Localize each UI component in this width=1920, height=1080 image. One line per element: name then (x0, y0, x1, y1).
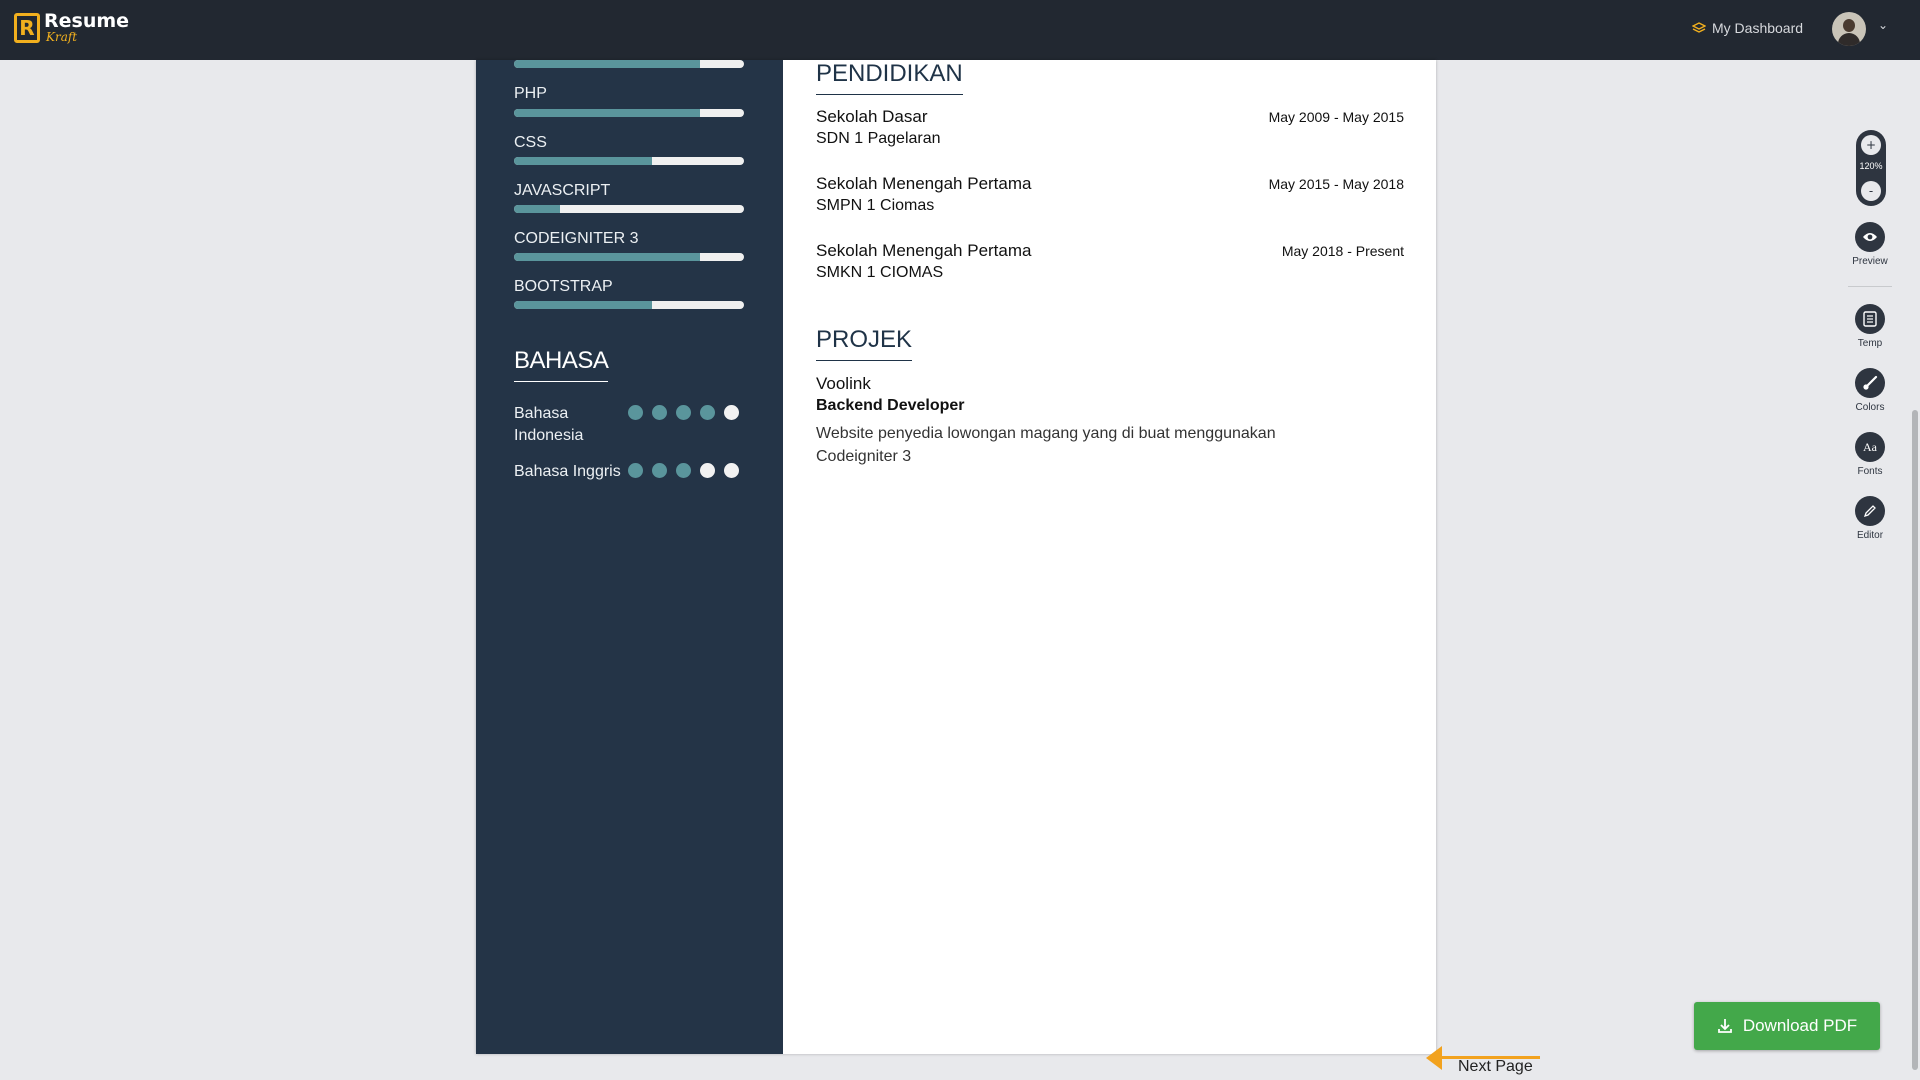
download-pdf-button[interactable]: Download PDF (1694, 1002, 1880, 1050)
zoom-out-button[interactable]: - (1861, 181, 1881, 201)
skill-bar-fill (514, 60, 701, 68)
preview-label: Preview (1852, 256, 1888, 267)
education-school: SDN 1 Pagelaran (816, 130, 941, 147)
education-heading: PENDIDIKAN (816, 60, 963, 95)
next-page-label: Next Page (1458, 1058, 1533, 1075)
scrollbar-thumb[interactable] (1912, 410, 1918, 1070)
skill-bar (514, 60, 744, 68)
rating-dot (676, 405, 691, 420)
education-dates: May 2009 - May 2015 (1268, 109, 1404, 125)
resume-sidebar: PHP CSS JAVASCRIPT CODEIGNITER 3 BOOTSTR… (476, 60, 783, 1054)
arrow-left-icon (1426, 1046, 1442, 1070)
rating-dot (628, 405, 643, 420)
dashboard-label: My Dashboard (1712, 20, 1804, 36)
logo-title: Resume (44, 10, 130, 32)
rating-dot (652, 463, 667, 478)
skill-bar (514, 109, 744, 117)
template-button[interactable]: Temp (1848, 304, 1892, 349)
skill-bar-fill (514, 205, 560, 213)
editor-button[interactable]: Editor (1848, 496, 1892, 541)
pencil-icon (1855, 496, 1885, 526)
logo-mark: R (14, 12, 40, 43)
logo[interactable]: R Resume Kraft (14, 12, 129, 43)
education-school: SMPN 1 Ciomas (816, 197, 935, 214)
skill-bar-fill (514, 253, 701, 261)
skill-label: CODEIGNITER 3 (514, 230, 639, 247)
language-name: Bahasa Indonesia (514, 405, 584, 444)
rating-dot (700, 463, 715, 478)
download-icon (1717, 1019, 1732, 1033)
preview-button[interactable]: Preview (1848, 222, 1892, 267)
skill-label: JAVASCRIPT (514, 182, 611, 199)
next-page-link[interactable]: Next Page (1426, 1038, 1540, 1080)
rating-dot (700, 405, 715, 420)
skill-bar-fill (514, 109, 701, 117)
project-description: Website penyedia lowongan magang yang di… (816, 425, 1276, 465)
education-title: Sekolah Menengah Pertama (816, 241, 1032, 260)
languages-heading: BAHASA (514, 347, 609, 382)
education-school: SMKN 1 CIOMAS (816, 264, 944, 281)
rating-dot (676, 463, 691, 478)
language-rating (628, 405, 739, 420)
projects-heading: PROJEK (816, 326, 913, 361)
resume-page: PHP CSS JAVASCRIPT CODEIGNITER 3 BOOTSTR… (476, 60, 1436, 1054)
skill-label: CSS (514, 134, 547, 151)
toolbar-divider (1848, 286, 1892, 287)
download-label: Download PDF (1742, 1016, 1858, 1035)
template-icon (1855, 304, 1885, 334)
eye-icon (1855, 222, 1885, 252)
zoom-control: + 120% - (1856, 130, 1886, 206)
rating-dot (628, 463, 643, 478)
education-title: Sekolah Dasar (816, 107, 928, 126)
zoom-level: 120% (1859, 161, 1883, 171)
editor-label: Editor (1856, 530, 1884, 541)
zoom-in-button[interactable]: + (1861, 135, 1881, 155)
logo-subtitle: Kraft (46, 30, 78, 44)
project-role: Backend Developer (816, 397, 965, 414)
language-rating (628, 463, 739, 478)
education-dates: May 2015 - May 2018 (1268, 176, 1404, 192)
avatar[interactable] (1832, 12, 1866, 46)
dashboard-link[interactable]: My Dashboard (1692, 20, 1803, 36)
colors-label: Colors (1855, 402, 1885, 413)
project-name: Voolink (816, 374, 871, 393)
colors-button[interactable]: Colors (1848, 368, 1892, 413)
skill-bar (514, 253, 744, 261)
layers-icon (1692, 22, 1706, 33)
fonts-label: Fonts (1857, 466, 1883, 477)
fonts-button[interactable]: Aa Fonts (1848, 432, 1892, 477)
vertical-scrollbar[interactable] (1910, 60, 1920, 1080)
resume-main: PENDIDIKAN Sekolah Dasar May 2009 - May … (783, 60, 1436, 1054)
skill-label: BOOTSTRAP (514, 278, 613, 295)
language-name: Bahasa Inggris (514, 463, 621, 480)
chevron-down-icon[interactable]: ⌄ (1878, 18, 1888, 32)
skill-bar (514, 205, 744, 213)
education-title: Sekolah Menengah Pertama (816, 174, 1032, 193)
skill-bar (514, 157, 744, 165)
rating-dot (652, 405, 667, 420)
top-navbar: R Resume Kraft My Dashboard ⌄ (0, 0, 1920, 60)
brush-icon (1855, 368, 1885, 398)
rating-dot (724, 463, 739, 478)
skill-bar-fill (514, 157, 652, 165)
skill-bar-fill (514, 301, 652, 309)
skill-bar (514, 301, 744, 309)
education-dates: May 2018 - Present (1281, 243, 1404, 259)
skill-label: PHP (514, 85, 547, 102)
font-icon: Aa (1855, 432, 1885, 462)
template-label: Temp (1857, 338, 1883, 349)
rating-dot (724, 405, 739, 420)
